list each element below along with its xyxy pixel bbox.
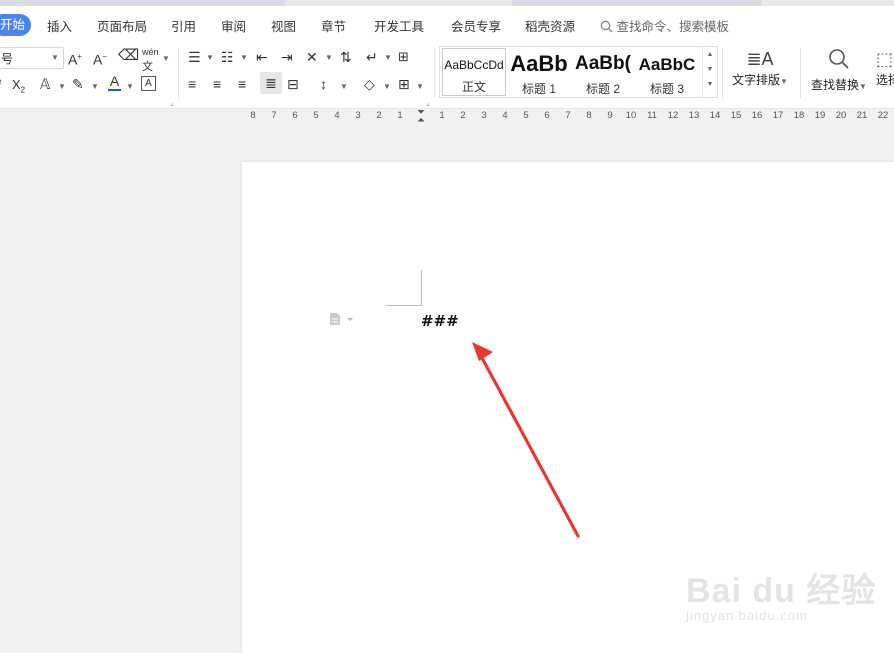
annotation-arrow [472, 342, 580, 538]
baidu-watermark: Bai du 经验 jingyan.baidu.com [686, 574, 876, 623]
watermark-brand: Bai du 经验 [686, 572, 877, 610]
watermark-url: jingyan.baidu.com [686, 608, 808, 623]
